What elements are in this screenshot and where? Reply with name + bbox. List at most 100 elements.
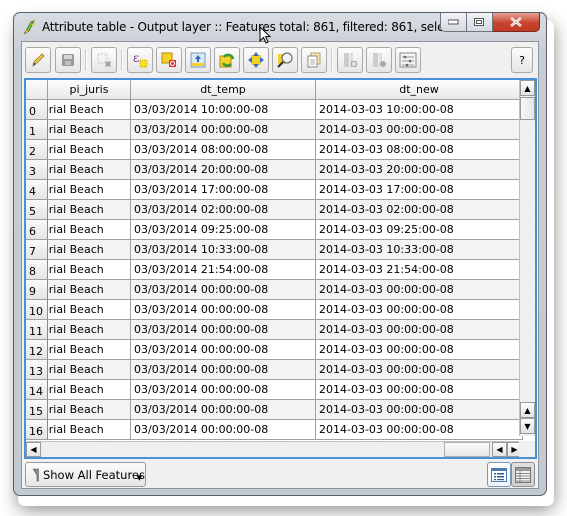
title-bar[interactable]: Attribute table - Output layer :: Featur… [14,13,546,41]
row-header[interactable]: 14 [26,380,48,400]
table-row[interactable]: 8 erial Beach 03/03/2014 21:54:00-08 2014-0… [26,260,523,280]
cell-dt-temp[interactable]: 03/03/2014 00:00:00-08 [131,120,316,140]
row-header[interactable]: 8 [26,260,48,280]
scroll-up-button[interactable]: ▲ [520,80,535,96]
cell-dt-temp[interactable]: 03/03/2014 10:33:00-08 [131,240,316,260]
save-edits-button[interactable] [55,47,81,73]
horizontal-scroll-thumb[interactable] [444,442,490,457]
cell-dt-new[interactable]: 2014-03-03 00:00:00-08 [316,340,523,360]
cell-dt-new[interactable]: 2014-03-03 02:00:00-08 [316,200,523,220]
table-row[interactable]: 16 erial Beach 03/03/2014 00:00:00-08 2014-… [26,420,523,440]
cell-pi-juris[interactable]: erial Beach [48,220,131,240]
horizontal-scrollbar[interactable]: ◀ ◀ ▶ [26,441,523,457]
column-header-dt-new[interactable]: dt_new [316,80,523,100]
cell-pi-juris[interactable]: erial Beach [48,240,131,260]
scroll-up-button-lower[interactable]: ▲ [520,402,535,418]
cell-dt-new[interactable]: 2014-03-03 00:00:00-08 [316,360,523,380]
cell-pi-juris[interactable]: erial Beach [48,340,131,360]
cell-dt-new[interactable]: 2014-03-03 17:00:00-08 [316,180,523,200]
table-row[interactable]: 3 erial Beach 03/03/2014 20:00:00-08 2014-0… [26,160,523,180]
row-header[interactable]: 10 [26,300,48,320]
cell-dt-temp[interactable]: 03/03/2014 00:00:00-08 [131,380,316,400]
row-header[interactable]: 16 [26,420,48,440]
row-header[interactable]: 6 [26,220,48,240]
cell-dt-temp[interactable]: 03/03/2014 00:00:00-08 [131,360,316,380]
copy-selected-rows-button[interactable] [301,47,327,73]
cell-pi-juris[interactable]: erial Beach [48,300,131,320]
cell-dt-new[interactable]: 2014-03-03 10:33:00-08 [316,240,523,260]
row-header[interactable]: 13 [26,360,48,380]
cell-dt-new[interactable]: 2014-03-03 10:00:00-08 [316,100,523,120]
cell-dt-new[interactable]: 2014-03-03 00:00:00-08 [316,420,523,440]
table-view-button[interactable] [511,462,535,487]
close-button[interactable] [493,13,540,32]
cell-dt-temp[interactable]: 03/03/2014 02:00:00-08 [131,200,316,220]
cell-dt-temp[interactable]: 03/03/2014 00:00:00-08 [131,280,316,300]
cell-pi-juris[interactable]: erial Beach [48,280,131,300]
cell-dt-new[interactable]: 2014-03-03 21:54:00-08 [316,260,523,280]
pan-map-to-selected-button[interactable] [243,47,269,73]
row-header[interactable]: 0 [26,100,48,120]
move-selection-to-top-button[interactable] [185,47,211,73]
cell-dt-new[interactable]: 2014-03-03 00:00:00-08 [316,320,523,340]
help-button[interactable]: ? [511,47,533,73]
row-header[interactable]: 9 [26,280,48,300]
cell-dt-temp[interactable]: 03/03/2014 09:25:00-08 [131,220,316,240]
table-row[interactable]: 6 erial Beach 03/03/2014 09:25:00-08 2014-0… [26,220,523,240]
cell-dt-temp[interactable]: 03/03/2014 20:00:00-08 [131,160,316,180]
cell-dt-temp[interactable]: 03/03/2014 00:00:00-08 [131,340,316,360]
cell-dt-temp[interactable]: 03/03/2014 00:00:00-08 [131,420,316,440]
row-header[interactable]: 7 [26,240,48,260]
cell-dt-new[interactable]: 2014-03-03 08:00:00-08 [316,140,523,160]
cell-dt-new[interactable]: 2014-03-03 00:00:00-08 [316,280,523,300]
cell-pi-juris[interactable]: erial Beach [48,320,131,340]
vertical-scroll-thumb[interactable] [520,97,535,120]
row-header[interactable]: 4 [26,180,48,200]
form-view-button[interactable] [487,462,511,487]
field-calculator-button[interactable] [395,47,421,73]
cell-dt-new[interactable]: 2014-03-03 00:00:00-08 [316,400,523,420]
table-row[interactable]: 4 erial Beach 03/03/2014 17:00:00-08 2014-0… [26,180,523,200]
corner-header[interactable] [26,80,48,100]
minimize-button[interactable] [440,13,467,32]
zoom-map-to-selected-button[interactable] [272,47,298,73]
invert-selection-button[interactable] [214,47,240,73]
cell-dt-temp[interactable]: 03/03/2014 00:00:00-08 [131,320,316,340]
table-row[interactable]: 2 erial Beach 03/03/2014 08:00:00-08 2014-0… [26,140,523,160]
new-column-button[interactable] [366,47,392,73]
cell-pi-juris[interactable]: erial Beach [48,160,131,180]
unselect-all-button[interactable] [156,47,182,73]
row-header[interactable]: 1 [26,120,48,140]
cell-pi-juris[interactable]: erial Beach [48,260,131,280]
cell-dt-temp[interactable]: 03/03/2014 00:00:00-08 [131,300,316,320]
cell-pi-juris[interactable]: erial Beach [48,380,131,400]
cell-pi-juris[interactable]: erial Beach [48,180,131,200]
table-row[interactable]: 11 erial Beach 03/03/2014 00:00:00-08 2014-… [26,320,523,340]
cell-dt-new[interactable]: 2014-03-03 00:00:00-08 [316,380,523,400]
table-row[interactable]: 9 erial Beach 03/03/2014 00:00:00-08 2014-0… [26,280,523,300]
table-row[interactable]: 5 erial Beach 03/03/2014 02:00:00-08 2014-0… [26,200,523,220]
cell-dt-temp[interactable]: 03/03/2014 00:00:00-08 [131,400,316,420]
table-row[interactable]: 10 erial Beach 03/03/2014 00:00:00-08 2014-… [26,300,523,320]
scroll-left-button-right[interactable]: ◀ [492,442,507,457]
vertical-scrollbar[interactable]: ▲ ▲ ▼ [519,80,535,436]
scroll-left-button[interactable]: ◀ [26,442,41,457]
cell-pi-juris[interactable]: erial Beach [48,400,131,420]
table-row[interactable]: 0 erial Beach 03/03/2014 10:00:00-08 2014-0… [26,100,523,120]
row-header[interactable]: 2 [26,140,48,160]
delete-selected-button[interactable] [91,47,117,73]
table-row[interactable]: 7 erial Beach 03/03/2014 10:33:00-08 2014-0… [26,240,523,260]
scroll-down-button[interactable]: ▼ [520,418,535,434]
table-row[interactable]: 13 erial Beach 03/03/2014 00:00:00-08 2014-… [26,360,523,380]
cell-pi-juris[interactable]: erial Beach [48,200,131,220]
column-header-dt-temp[interactable]: dt_temp [131,80,316,100]
filter-dropdown-button[interactable]: Show All Features ▼ [25,462,146,487]
table-row[interactable]: 14 erial Beach 03/03/2014 00:00:00-08 2014-… [26,380,523,400]
column-header-pi-juris[interactable]: pi_juris [48,80,131,100]
cell-dt-new[interactable]: 2014-03-03 20:00:00-08 [316,160,523,180]
cell-pi-juris[interactable]: erial Beach [48,360,131,380]
maximize-button[interactable] [467,13,493,32]
delete-column-button[interactable] [337,47,363,73]
row-header[interactable]: 3 [26,160,48,180]
row-header[interactable]: 11 [26,320,48,340]
